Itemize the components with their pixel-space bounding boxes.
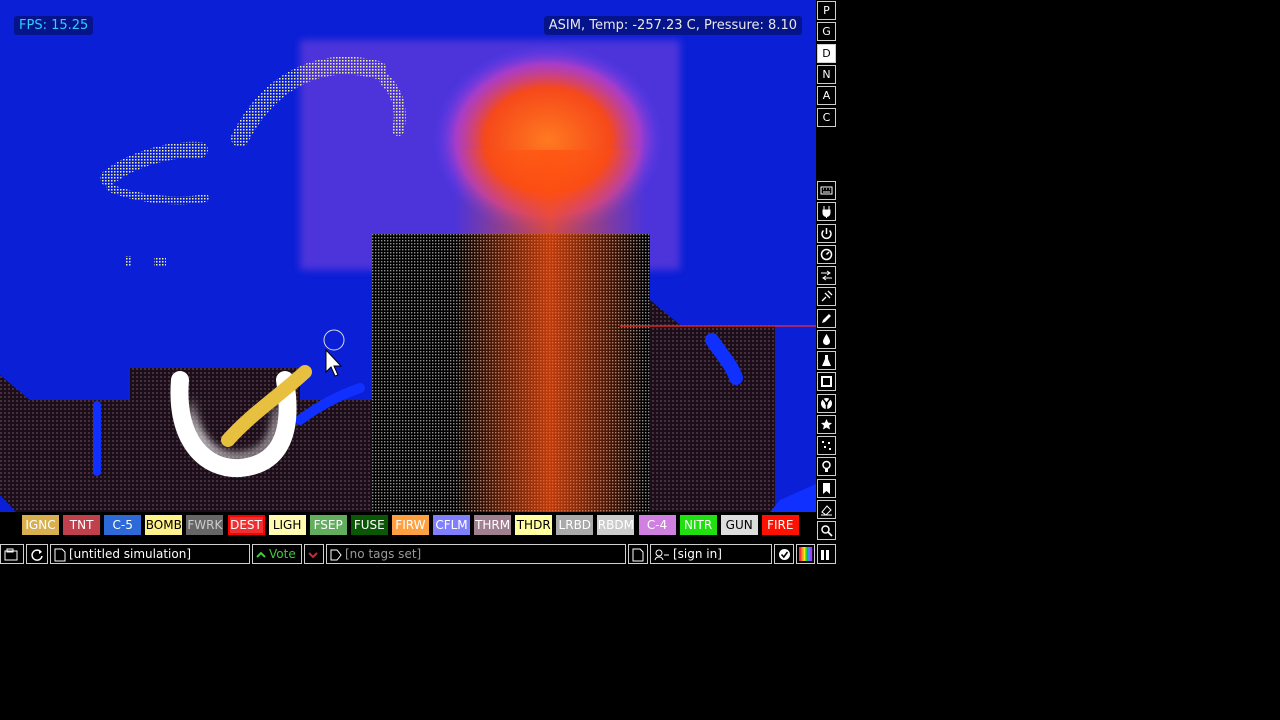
element-button-ignc[interactable]: IGNC <box>22 515 59 535</box>
chevron-down-icon <box>308 551 318 558</box>
reload-button[interactable] <box>26 544 48 564</box>
element-button-thdr[interactable]: THDR <box>515 515 553 535</box>
report-button[interactable] <box>628 544 648 564</box>
tag-icon <box>330 549 342 560</box>
element-button-fire[interactable]: FIRE <box>761 515 799 535</box>
lightbulb-icon <box>822 461 831 473</box>
user-icon <box>654 549 669 560</box>
eraser-icon <box>821 505 832 516</box>
category-button-flask[interactable] <box>817 351 836 370</box>
plug-icon <box>822 206 831 219</box>
element-button-nitr[interactable]: NITR <box>679 515 717 535</box>
simulation-scene <box>0 40 816 512</box>
cursor-info: ASIM, Temp: -257.23 C, Pressure: 8.10 <box>543 16 802 35</box>
element-button-cflm[interactable]: CFLM <box>433 515 470 535</box>
chevron-up-icon <box>256 551 266 558</box>
vote-up-button[interactable]: Vote <box>252 544 302 564</box>
mode-button-p[interactable]: P <box>817 1 836 20</box>
category-button-radiation[interactable] <box>817 393 836 413</box>
save-title: [untitled simulation] <box>69 547 192 561</box>
category-button-lightbulb[interactable] <box>817 457 836 477</box>
category-button-plug[interactable] <box>817 202 836 222</box>
sign-in-button[interactable]: [sign in] <box>650 544 772 564</box>
element-button-tnt[interactable]: TNT <box>63 515 101 535</box>
element-button-dest[interactable]: DEST <box>227 515 265 535</box>
category-button-gauge[interactable] <box>817 244 836 264</box>
category-button-bookmark[interactable] <box>817 478 836 498</box>
element-button-rbdm[interactable]: RBDM <box>597 515 635 535</box>
category-button-magnifier[interactable] <box>817 521 836 540</box>
radiation-icon <box>821 397 832 409</box>
tags-button[interactable]: [no tags set] <box>326 544 626 564</box>
folder-icon <box>4 548 18 560</box>
mode-button-g[interactable]: G <box>817 22 836 42</box>
element-button-lrbd[interactable]: LRBD <box>556 515 594 535</box>
category-button-force[interactable] <box>817 287 836 307</box>
mode-button-a[interactable]: A <box>817 86 836 106</box>
pause-icon <box>821 549 829 560</box>
element-button-ligh[interactable]: LIGH <box>268 515 306 535</box>
element-button-firw[interactable]: FIRW <box>391 515 429 535</box>
sign-in-label: [sign in] <box>673 547 722 561</box>
refresh-icon <box>31 548 43 561</box>
category-button-arrows[interactable] <box>817 266 836 285</box>
rainbow-icon <box>799 547 813 561</box>
magnifier-icon <box>821 525 833 537</box>
power-icon <box>821 227 832 239</box>
element-button-fsep[interactable]: FSEP <box>309 515 347 535</box>
element-button-c-5[interactable]: C-5 <box>104 515 142 535</box>
vote-down-button[interactable] <box>304 544 324 564</box>
drop-icon <box>823 333 830 345</box>
element-button-gun[interactable]: GUN <box>720 515 758 535</box>
keyboard-icon <box>820 186 833 195</box>
clear-sim-button[interactable] <box>774 544 794 564</box>
element-button-fwrk[interactable]: FWRK <box>186 515 224 535</box>
mode-button-d[interactable]: D <box>817 43 836 63</box>
category-button-drop[interactable] <box>817 329 836 349</box>
document-icon <box>54 548 66 561</box>
simulation-canvas[interactable]: FPS: 15.25 ASIM, Temp: -257.23 C, Pressu… <box>0 0 816 512</box>
fps-counter: FPS: 15.25 <box>14 16 94 35</box>
category-button-eraser[interactable] <box>817 499 836 519</box>
pencil-icon <box>822 313 831 323</box>
element-button-c-4[interactable]: C-4 <box>638 515 676 535</box>
element-button-thrm[interactable]: THRM <box>474 515 512 535</box>
dots-icon <box>822 441 831 450</box>
tags-label: [no tags set] <box>345 547 422 561</box>
bookmark-icon <box>823 482 830 494</box>
category-button-power[interactable] <box>817 223 836 243</box>
category-button-square[interactable] <box>817 372 836 392</box>
check-circle-icon <box>779 549 790 560</box>
square-icon <box>821 376 832 388</box>
star-icon <box>821 418 832 430</box>
element-button-bomb[interactable]: BOMB <box>145 515 183 535</box>
category-button-dots[interactable] <box>817 436 836 455</box>
render-options-button[interactable] <box>796 544 815 564</box>
page-icon <box>632 548 644 561</box>
element-button-fuse[interactable]: FUSE <box>350 515 388 535</box>
open-save-button[interactable] <box>0 544 24 564</box>
category-button-star[interactable] <box>817 414 836 434</box>
save-title-button[interactable]: [untitled simulation] <box>50 544 250 564</box>
vote-label: Vote <box>269 547 296 561</box>
category-button-keyboard[interactable] <box>817 181 836 200</box>
mode-button-c[interactable]: C <box>817 107 836 127</box>
force-icon <box>821 290 833 302</box>
mode-button-n[interactable]: N <box>817 64 836 84</box>
flask-icon <box>822 355 831 366</box>
pause-button[interactable] <box>817 544 836 564</box>
gauge-icon <box>820 248 833 260</box>
category-button-pencil[interactable] <box>817 308 836 328</box>
arrows-icon <box>821 270 832 281</box>
